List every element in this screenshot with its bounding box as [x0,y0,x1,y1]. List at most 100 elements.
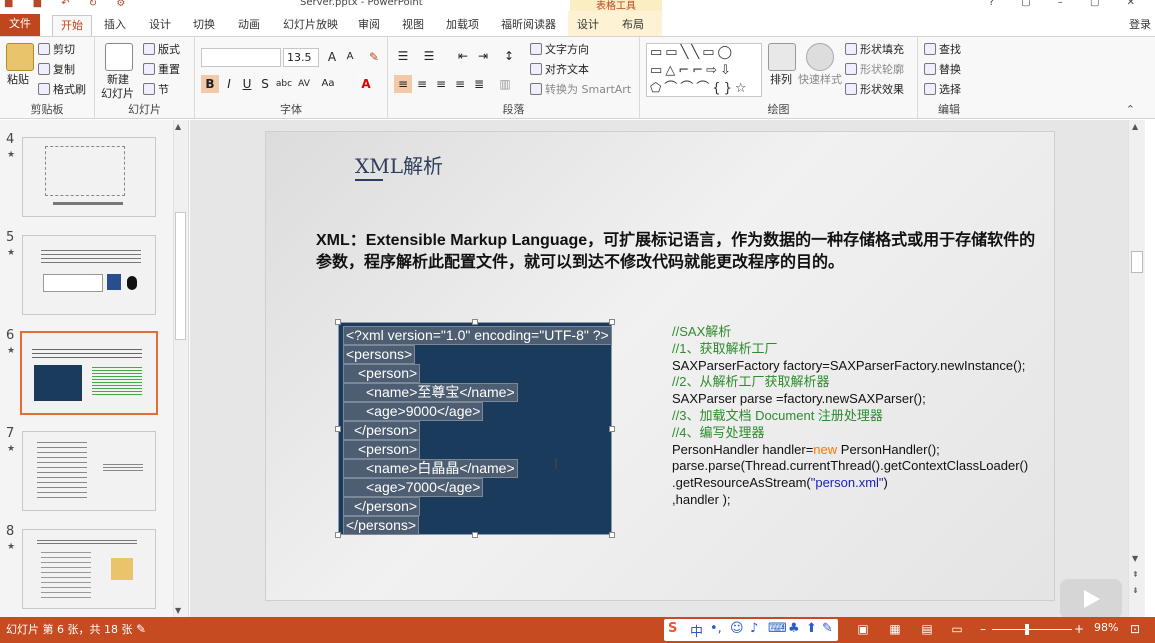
tab-home[interactable]: 开始 [52,15,92,36]
font-size-input[interactable]: 13.5 [283,48,319,67]
copy-button[interactable]: 复制 [38,63,75,77]
slide-intro-text[interactable]: XML：Extensible Markup Language，可扩展标记语言，作… [316,230,1036,274]
italic-icon[interactable]: I [220,75,238,93]
xml-table[interactable]: <?xml version="1.0" encoding="UTF-8" ?> … [338,322,612,535]
resize-handle[interactable] [609,426,615,432]
bold-icon[interactable]: B [201,75,219,93]
line-spacing-icon[interactable]: ↕ [500,47,518,65]
zoom-slider[interactable] [992,629,1072,630]
wrench-icon[interactable]: ✎ [822,621,833,636]
tab-addins[interactable]: 加载项 [442,15,483,36]
skin-icon[interactable]: ♣ [788,621,800,636]
increase-indent-icon[interactable]: ⇥ [474,47,492,65]
arrange-icon[interactable] [768,43,796,71]
collapse-ribbon-icon[interactable]: ⌃ [1126,103,1135,116]
arrange-button[interactable]: 排列 [770,73,792,87]
canvas-scrollbar[interactable]: ▲ ▼ ⇞ ⇟ [1128,120,1145,617]
replace-button[interactable]: 替换 [924,63,961,77]
zoom-slider-thumb[interactable] [1025,624,1029,635]
thumbnail-slide-7[interactable] [22,431,156,511]
tab-transitions[interactable]: 切换 [189,15,219,36]
scroll-thumb[interactable] [1131,251,1143,273]
font-color-icon[interactable]: A [357,75,375,93]
thumbnail-slide-5[interactable] [22,235,156,315]
resize-handle[interactable] [609,319,615,325]
tab-design[interactable]: 设计 [145,15,175,36]
scroll-up-icon[interactable]: ▲ [175,122,181,131]
resize-handle[interactable] [335,532,341,538]
scroll-down-icon[interactable]: ▼ [175,606,181,615]
strikethrough-icon[interactable]: abc [275,75,293,93]
zoom-level[interactable]: 98% [1094,621,1118,634]
thumbnail-slide-6[interactable] [20,331,158,415]
clear-format-icon[interactable]: ✎ [365,48,383,66]
slideshow-icon[interactable]: ▭ [950,622,964,636]
tab-insert[interactable]: 插入 [100,15,130,36]
zoom-in-icon[interactable]: + [1072,622,1086,636]
resize-handle[interactable] [609,532,615,538]
reading-view-icon[interactable]: ▤ [920,622,934,636]
paste-icon[interactable] [6,43,34,71]
zoom-out-icon[interactable]: – [976,622,990,636]
new-slide-button[interactable]: 新建 [107,73,129,87]
tab-view[interactable]: 视图 [398,15,428,36]
punctuation-icon[interactable]: •, [710,621,722,636]
new-slide-icon[interactable] [105,43,133,71]
underline-icon[interactable]: U [238,75,256,93]
align-center-icon[interactable]: ≡ [413,75,431,93]
normal-view-icon[interactable]: ▣ [856,622,870,636]
video-play-button[interactable] [1060,579,1122,619]
align-right-icon[interactable]: ≡ [432,75,450,93]
char-spacing-icon[interactable]: AV [295,75,313,93]
resize-handle[interactable] [335,319,341,325]
decrease-indent-icon[interactable]: ⇤ [454,47,472,65]
smartart-button[interactable]: 转换为 SmartArt [530,83,631,97]
thumbnail-slide-8[interactable] [22,529,156,609]
tab-review[interactable]: 审阅 [354,15,384,36]
section-button[interactable]: 节 [143,83,169,97]
cut-button[interactable]: 剪切 [38,43,75,57]
scroll-thumb[interactable] [175,212,186,340]
quick-styles-icon[interactable] [806,43,834,71]
emoji-icon[interactable]: ☺ [730,621,744,636]
resize-handle[interactable] [472,532,478,538]
resize-handle[interactable] [472,319,478,325]
bullets-icon[interactable]: ☰ [394,47,412,65]
select-button[interactable]: 选择 [924,83,961,97]
quick-access-toolbar[interactable]: ■ ■ ↶ ↻ ⚙ [4,0,133,9]
font-name-input[interactable] [201,48,281,67]
new-slide-button-line2[interactable]: 幻灯片 [101,87,134,101]
tab-animations[interactable]: 动画 [234,15,264,36]
numbering-icon[interactable]: ☰ [420,47,438,65]
slide-title[interactable]: XML解析 [355,150,443,179]
thumbnails-scrollbar[interactable]: ▲ ▼ [173,120,187,617]
next-slide-icon[interactable]: ⇟ [1132,586,1139,595]
fit-slide-icon[interactable]: ⊡ [1128,622,1142,636]
layout-button[interactable]: 版式 [143,43,180,57]
shape-effects-button[interactable]: 形状效果 [845,83,904,97]
text-direction-button[interactable]: 文字方向 [530,43,589,57]
current-slide[interactable]: XML解析 XML：Extensible Markup Language，可扩展… [265,131,1055,601]
paste-button[interactable]: 粘贴 [7,73,29,87]
prev-slide-icon[interactable]: ⇞ [1132,570,1139,579]
find-button[interactable]: 查找 [924,43,961,57]
spell-check-icon[interactable]: ✎ [134,622,148,636]
slide-sorter-icon[interactable]: ▦ [888,622,902,636]
sax-code-block[interactable]: //SAX解析 //1、获取解析工厂 SAXParserFactory fact… [672,324,1028,509]
shadow-icon[interactable]: S [256,75,274,93]
format-painter-button[interactable]: 格式刷 [38,83,86,97]
increase-font-icon[interactable]: A [323,48,341,66]
quick-styles-button[interactable]: 快速样式 [798,73,842,87]
tab-file[interactable]: 文件 [0,14,40,36]
justify-icon[interactable]: ≡ [451,75,469,93]
scroll-up-icon[interactable]: ▲ [1132,122,1138,131]
login-link[interactable]: 登录 [1129,16,1151,32]
scroll-down-icon[interactable]: ▼ [1132,554,1138,563]
tab-table-design[interactable]: 设计 [573,15,603,36]
microphone-icon[interactable]: ♪ [750,621,758,636]
columns-icon[interactable]: ▥ [496,75,514,93]
decrease-font-icon[interactable]: A [341,48,359,66]
thumbnail-slide-4[interactable] [22,137,156,217]
ime-toolbar[interactable]: S 中 •, ☺ ♪ ⌨ ♣ ⬆ ✎ [664,619,838,641]
shape-fill-button[interactable]: 形状填充 [845,43,904,57]
